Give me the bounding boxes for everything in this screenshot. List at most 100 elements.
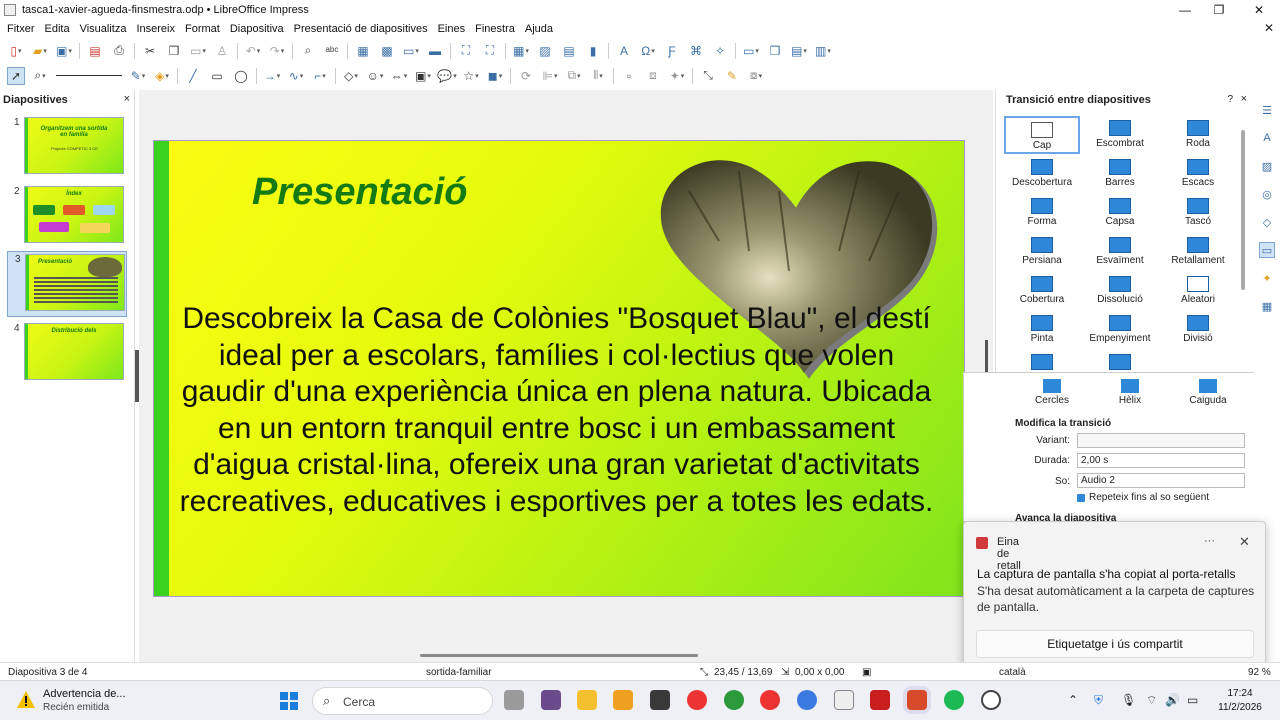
close-sidebar-icon[interactable]: × (1241, 93, 1247, 105)
menu-ajuda[interactable]: Ajuda (520, 23, 558, 35)
battery-icon[interactable]: ▭ (1187, 693, 1198, 707)
maximize-button[interactable]: ❐ (1200, 0, 1238, 20)
grid-icon[interactable]: ▦ (354, 42, 372, 60)
transition-cap[interactable]: Cap (1004, 116, 1080, 154)
rotate-icon[interactable]: ⟳ (517, 67, 535, 85)
connector-icon[interactable]: ⌐ (311, 67, 329, 85)
horizontal-scrollbar[interactable] (420, 654, 698, 657)
slide-thumbnail[interactable]: Índex (24, 186, 124, 243)
slide-layout-icon[interactable]: ▤ (790, 42, 808, 60)
close-document-icon[interactable]: ✕ (1264, 21, 1274, 35)
markup-share-button[interactable]: Etiquetatge i ús compartit (976, 630, 1254, 658)
start-first-icon[interactable]: ⛶ (457, 42, 475, 60)
store-icon[interactable] (613, 690, 633, 710)
transition-diagonal[interactable] (1004, 350, 1080, 374)
chrome-icon[interactable] (687, 690, 707, 710)
align-icon[interactable]: ⊫ (541, 67, 559, 85)
callouts-icon[interactable]: 💬 (437, 67, 456, 85)
special-char-icon[interactable]: Ω (639, 42, 657, 60)
save-status-icon[interactable]: ▣ (862, 667, 871, 678)
transition-tasco[interactable]: Tascó (1160, 194, 1236, 232)
styles-icon[interactable]: A (1259, 130, 1275, 146)
find-replace-icon[interactable]: ⌕ (299, 42, 317, 60)
master-slides-icon[interactable]: ▦ (1259, 298, 1275, 314)
spotify-icon[interactable] (944, 690, 964, 710)
close-slides-pane-icon[interactable]: × (124, 93, 130, 105)
transition-forma[interactable]: Forma (1004, 194, 1080, 232)
transition-retallament[interactable]: Retallament (1160, 233, 1236, 271)
transition-empenyiment[interactable]: Empenyiment (1082, 311, 1158, 349)
slide-transition-icon[interactable]: ▭ (1259, 242, 1275, 258)
fontwork-icon[interactable]: Ƒ (663, 42, 681, 60)
line-style-preview[interactable] (56, 75, 122, 76)
duration-spinner[interactable]: 2,00 s (1077, 453, 1245, 468)
helplines-icon[interactable]: ▩ (378, 42, 396, 60)
help-icon[interactable]: ? (1227, 94, 1233, 105)
slide-thumb-3-selected[interactable]: 3 Presentació (7, 251, 127, 317)
video-editor-icon[interactable] (650, 690, 670, 710)
distribute-icon[interactable]: ⫴ (589, 67, 607, 85)
variant-select[interactable] (1077, 433, 1245, 448)
line-icon[interactable]: ╱ (184, 67, 202, 85)
table-icon[interactable]: ▦ (512, 42, 530, 60)
ellipse-icon[interactable]: ◯ (232, 67, 250, 85)
menu-format[interactable]: Format (180, 23, 225, 35)
transition-escombrat[interactable]: Escombrat (1082, 116, 1158, 154)
windows-start-icon[interactable] (279, 691, 299, 711)
master-slide-icon[interactable]: ▬ (426, 42, 444, 60)
transition-aleatori[interactable]: Aleatori (1160, 272, 1236, 310)
transition-dissolucio[interactable]: Dissolució (1082, 272, 1158, 310)
task-view-icon[interactable] (504, 690, 524, 710)
sound-select[interactable]: Audio 2 (1077, 473, 1245, 488)
textbox-icon[interactable]: A (615, 42, 633, 60)
hyperlink-icon[interactable]: ⌘ (687, 42, 705, 60)
transition-descobertura[interactable]: Descobertura (1004, 155, 1080, 193)
menu-insereix[interactable]: Insereix (131, 23, 180, 35)
interaction-icon[interactable]: ✧ (711, 42, 729, 60)
transition-divisio[interactable]: Divisió (1160, 311, 1236, 349)
menu-diapositiva[interactable]: Diapositiva (225, 23, 289, 35)
animation-icon[interactable]: ✦ (1259, 270, 1275, 286)
sidebar-splitter[interactable] (985, 340, 988, 372)
document-app-icon[interactable] (834, 690, 854, 710)
taskbar-clock[interactable]: 17:24 11/2/2026 (1215, 687, 1265, 715)
menu-fitxer[interactable]: Fitxer (2, 23, 40, 35)
menu-eines[interactable]: Eines (433, 23, 471, 35)
filter-icon[interactable]: ✦ (668, 67, 686, 85)
transition-grid-scrollbar[interactable] (1241, 130, 1245, 290)
volume-icon[interactable]: 🔊 (1165, 693, 1180, 707)
tray-chevron-icon[interactable]: ⌃ (1068, 693, 1078, 707)
clone-format-icon[interactable]: ♙ (213, 42, 231, 60)
impress-taskbar-icon[interactable] (907, 690, 927, 710)
open-icon[interactable]: ▰ (31, 42, 49, 60)
transition-cercles[interactable]: Cercles (1014, 373, 1090, 409)
duplicate-slide-icon[interactable]: ❐ (766, 42, 784, 60)
menu-visualitza[interactable]: Visualitza (75, 23, 132, 35)
slide-thumb-2[interactable]: 2 Índex (0, 184, 135, 250)
stars-icon[interactable]: ☆ (462, 67, 480, 85)
image-icon[interactable]: ▨ (536, 42, 554, 60)
notification-close-icon[interactable]: ✕ (1239, 534, 1250, 550)
symbol-shapes-icon[interactable]: ☺ (366, 67, 384, 85)
points-icon[interactable]: ⤡ (699, 67, 717, 85)
transition-diagonal-2[interactable] (1082, 350, 1158, 374)
microphone-icon[interactable]: 🎙 (1121, 693, 1136, 707)
gallery-icon[interactable]: ▨ (1259, 158, 1275, 174)
zoom-level[interactable]: 92 % (1248, 667, 1271, 678)
menu-finestra[interactable]: Finestra (470, 23, 520, 35)
basic-shapes-icon[interactable]: ◇ (342, 67, 360, 85)
weather-alert-title[interactable]: Advertencia de... (43, 688, 126, 700)
save-icon[interactable]: ▣ (55, 42, 73, 60)
close-window-button[interactable]: ✕ (1240, 0, 1278, 20)
slide-title[interactable]: Presentació (252, 171, 467, 214)
properties-icon[interactable]: ☰ (1259, 102, 1275, 118)
media-icon[interactable]: ▤ (560, 42, 578, 60)
wifi-icon[interactable]: ⌔ (1146, 693, 1157, 708)
slide-thumbnail[interactable]: Presentació (25, 254, 125, 311)
slide-thumb-1[interactable]: 1 Organitzem una sortida en família Proj… (0, 115, 135, 181)
language[interactable]: català (999, 667, 1026, 678)
transition-caiguda[interactable]: Caiguda (1170, 373, 1246, 409)
arrow-line-icon[interactable]: → (263, 67, 281, 85)
line-color-icon[interactable]: ✎ (129, 67, 147, 85)
transition-barres[interactable]: Barres (1082, 155, 1158, 193)
